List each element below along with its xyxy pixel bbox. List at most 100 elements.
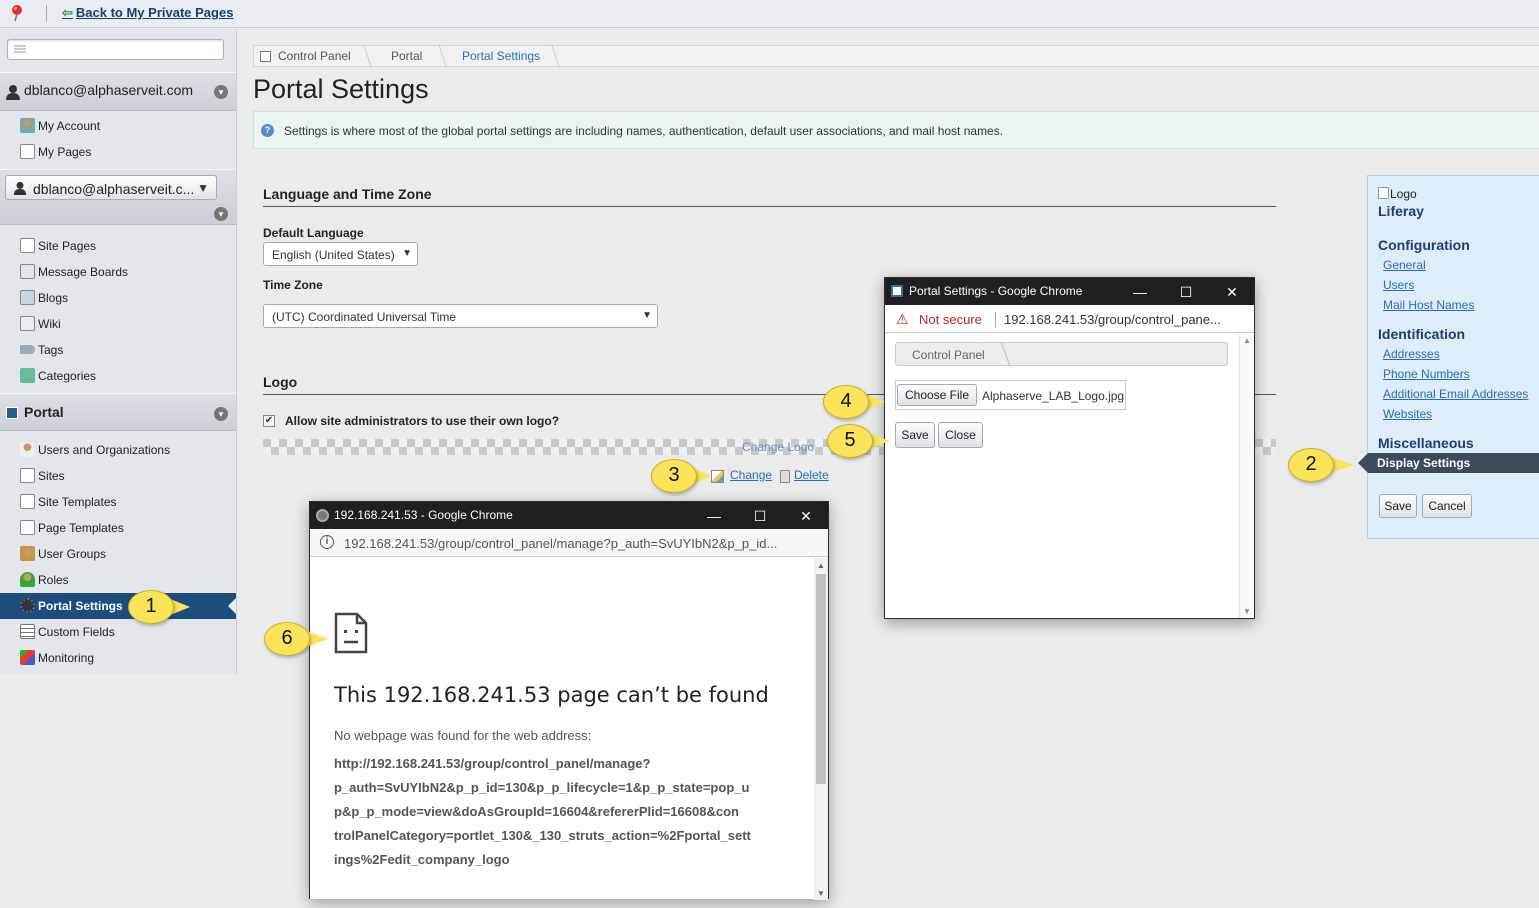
sidebar-item-roles[interactable]: Roles	[0, 567, 236, 593]
breadcrumb: Control Panel Portal Portal Settings	[253, 44, 1539, 68]
sidebar-item-site-templates[interactable]: Site Templates	[0, 489, 236, 515]
sidebar-item-site-pages[interactable]: Site Pages	[0, 233, 236, 259]
close-icon[interactable]: ✕	[783, 505, 829, 527]
popup-save-button[interactable]: Save	[895, 422, 935, 448]
sidebar: dblanco@alphaserveit.com ▾ My Account My…	[0, 29, 237, 674]
scroll-thumb[interactable]	[816, 574, 826, 784]
sidebar-item-categories[interactable]: Categories	[0, 363, 236, 389]
error-heading: This 192.168.241.53 page can’t be found	[334, 683, 769, 707]
callout-number: 6	[281, 627, 293, 649]
popup-address-bar[interactable]: i 192.168.241.53/group/control_panel/man…	[310, 529, 828, 557]
collapse-icon[interactable]: ▾	[214, 407, 228, 421]
change-logo-alt-text[interactable]: Change Logo	[742, 440, 814, 454]
popup-title-bar: Portal Settings - Google Chrome — ☐ ✕	[885, 278, 1254, 305]
sidebar-item-label: Sites	[38, 469, 65, 483]
miscellaneous-heading: Miscellaneous	[1378, 435, 1474, 451]
sidebar-item-page-templates[interactable]: Page Templates	[0, 515, 236, 541]
sidebar-item-users-and-organizations[interactable]: Users and Organizations	[0, 437, 236, 463]
site-templates-icon	[20, 494, 35, 509]
logo-alt-text: Logo	[1390, 187, 1417, 201]
collapse-icon[interactable]: ▾	[214, 85, 228, 99]
callout-6: 6	[264, 622, 328, 656]
breadcrumb-control-panel[interactable]: Control Panel	[278, 49, 351, 63]
scroll-up-icon[interactable]: ▲	[817, 561, 825, 570]
error-page-popup: 192.168.241.53 - Google Chrome — ☐ ✕ i 1…	[309, 501, 829, 900]
selected-file-name: Alphaserve_LAB_Logo.jpg	[982, 389, 1125, 403]
sidebar-item-user-groups[interactable]: User Groups	[0, 541, 236, 567]
sidebar-item-my-pages[interactable]: My Pages	[0, 139, 236, 165]
users-icon	[20, 442, 35, 457]
sidebar-portal-header[interactable]: Portal ▾	[0, 393, 236, 431]
sidebar-item-wiki[interactable]: Wiki	[0, 311, 236, 337]
minimize-icon[interactable]: —	[1117, 281, 1163, 303]
sidebar-search-input[interactable]	[7, 39, 224, 60]
scroll-down-icon[interactable]: ▼	[817, 889, 825, 898]
nav-link-mail-host-names[interactable]: Mail Host Names	[1383, 298, 1474, 312]
breadcrumb-portal-settings[interactable]: Portal Settings	[462, 49, 540, 63]
sidebar-item-my-account[interactable]: My Account	[0, 113, 236, 139]
settings-navigation-panel: Logo Liferay Configuration General Users…	[1358, 175, 1539, 539]
page-templates-icon	[20, 520, 35, 535]
nav-link-phone-numbers[interactable]: Phone Numbers	[1383, 367, 1470, 381]
collapse-icon[interactable]: ▾	[214, 207, 228, 221]
save-button[interactable]: Save	[1379, 494, 1417, 518]
sidebar-item-message-boards[interactable]: Message Boards	[0, 259, 236, 285]
allow-logo-checkbox[interactable]: ✔	[263, 415, 275, 427]
nav-link-general[interactable]: General	[1383, 258, 1426, 272]
popup-close-button[interactable]: Close	[938, 422, 983, 448]
sad-page-icon	[334, 612, 368, 654]
error-address-line: ings%2Fedit_company_logo	[334, 852, 510, 867]
popup-breadcrumb-control-panel[interactable]: Control Panel	[912, 348, 985, 362]
sidebar-item-portal-settings[interactable]: Portal Settings	[0, 593, 236, 619]
roles-icon	[20, 572, 35, 587]
callout-number: 1	[145, 595, 157, 617]
sidebar-item-label: Categories	[38, 369, 97, 383]
maximize-icon[interactable]: ☐	[1163, 281, 1209, 303]
scroll-down-icon[interactable]: ▼	[1243, 607, 1251, 616]
sidebar-item-custom-fields[interactable]: Custom Fields	[0, 619, 236, 645]
nav-link-websites[interactable]: Websites	[1383, 407, 1432, 421]
sidebar-item-blogs[interactable]: Blogs	[0, 285, 236, 311]
nav-link-addresses[interactable]: Addresses	[1383, 347, 1440, 361]
minimize-icon[interactable]: —	[691, 505, 737, 527]
tag-icon	[20, 345, 35, 354]
popup-address-bar[interactable]: ⚠ Not secure 192.168.241.53/group/contro…	[885, 305, 1254, 333]
time-zone-label: Time Zone	[263, 278, 323, 292]
info-icon: i	[320, 535, 334, 549]
help-icon: ?	[261, 124, 274, 137]
wiki-icon	[20, 316, 35, 331]
back-link-label: Back to My Private Pages	[75, 5, 234, 20]
top-bar: ⇦ Back to My Private Pages	[0, 0, 1539, 28]
maximize-icon[interactable]: ☐	[737, 505, 783, 527]
popup-title-bar: 192.168.241.53 - Google Chrome — ☐ ✕	[310, 502, 828, 529]
scroll-up-icon[interactable]: ▲	[1243, 336, 1251, 345]
breadcrumb-portal[interactable]: Portal	[391, 49, 422, 63]
broken-image-icon	[1378, 187, 1389, 199]
time-zone-select[interactable]: (UTC) Coordinated Universal Time ▼	[263, 304, 658, 328]
sidebar-item-sites[interactable]: Sites	[0, 463, 236, 489]
popup-scrollbar[interactable]: ▲ ▼	[1239, 334, 1254, 618]
nav-link-additional-email-addresses[interactable]: Additional Email Addresses	[1383, 387, 1528, 401]
sidebar-user-header[interactable]: dblanco@alphaserveit.com ▾	[0, 72, 236, 111]
site-selector[interactable]: dblanco@alphaserveit.c... ▼	[5, 175, 217, 200]
sidebar-item-label: Tags	[38, 343, 64, 357]
popup-url: 192.168.241.53/group/control_pane...	[1004, 312, 1221, 327]
delete-logo-link[interactable]: Delete	[794, 468, 829, 482]
nav-link-display-settings[interactable]: Display Settings	[1358, 453, 1539, 473]
popup-title: Portal Settings - Google Chrome	[909, 284, 1083, 298]
back-to-private-pages-link[interactable]: ⇦ Back to My Private Pages	[62, 5, 233, 21]
sidebar-item-tags[interactable]: Tags	[0, 337, 236, 363]
popup-scrollbar[interactable]: ▲ ▼	[814, 558, 828, 900]
callout-number: 4	[840, 390, 852, 412]
change-logo-link[interactable]: Change	[730, 468, 772, 482]
default-language-select[interactable]: English (United States) ▼	[263, 242, 418, 266]
pin-icon[interactable]	[10, 4, 24, 22]
url-separator	[995, 312, 996, 327]
sidebar-item-monitoring[interactable]: Monitoring	[0, 645, 236, 671]
close-icon[interactable]: ✕	[1209, 281, 1255, 303]
cancel-button[interactable]: Cancel	[1422, 494, 1472, 518]
error-message: No webpage was found for the web address…	[334, 728, 592, 743]
choose-file-button[interactable]: Choose File	[897, 384, 977, 406]
trash-icon	[780, 470, 790, 483]
nav-link-users[interactable]: Users	[1383, 278, 1414, 292]
